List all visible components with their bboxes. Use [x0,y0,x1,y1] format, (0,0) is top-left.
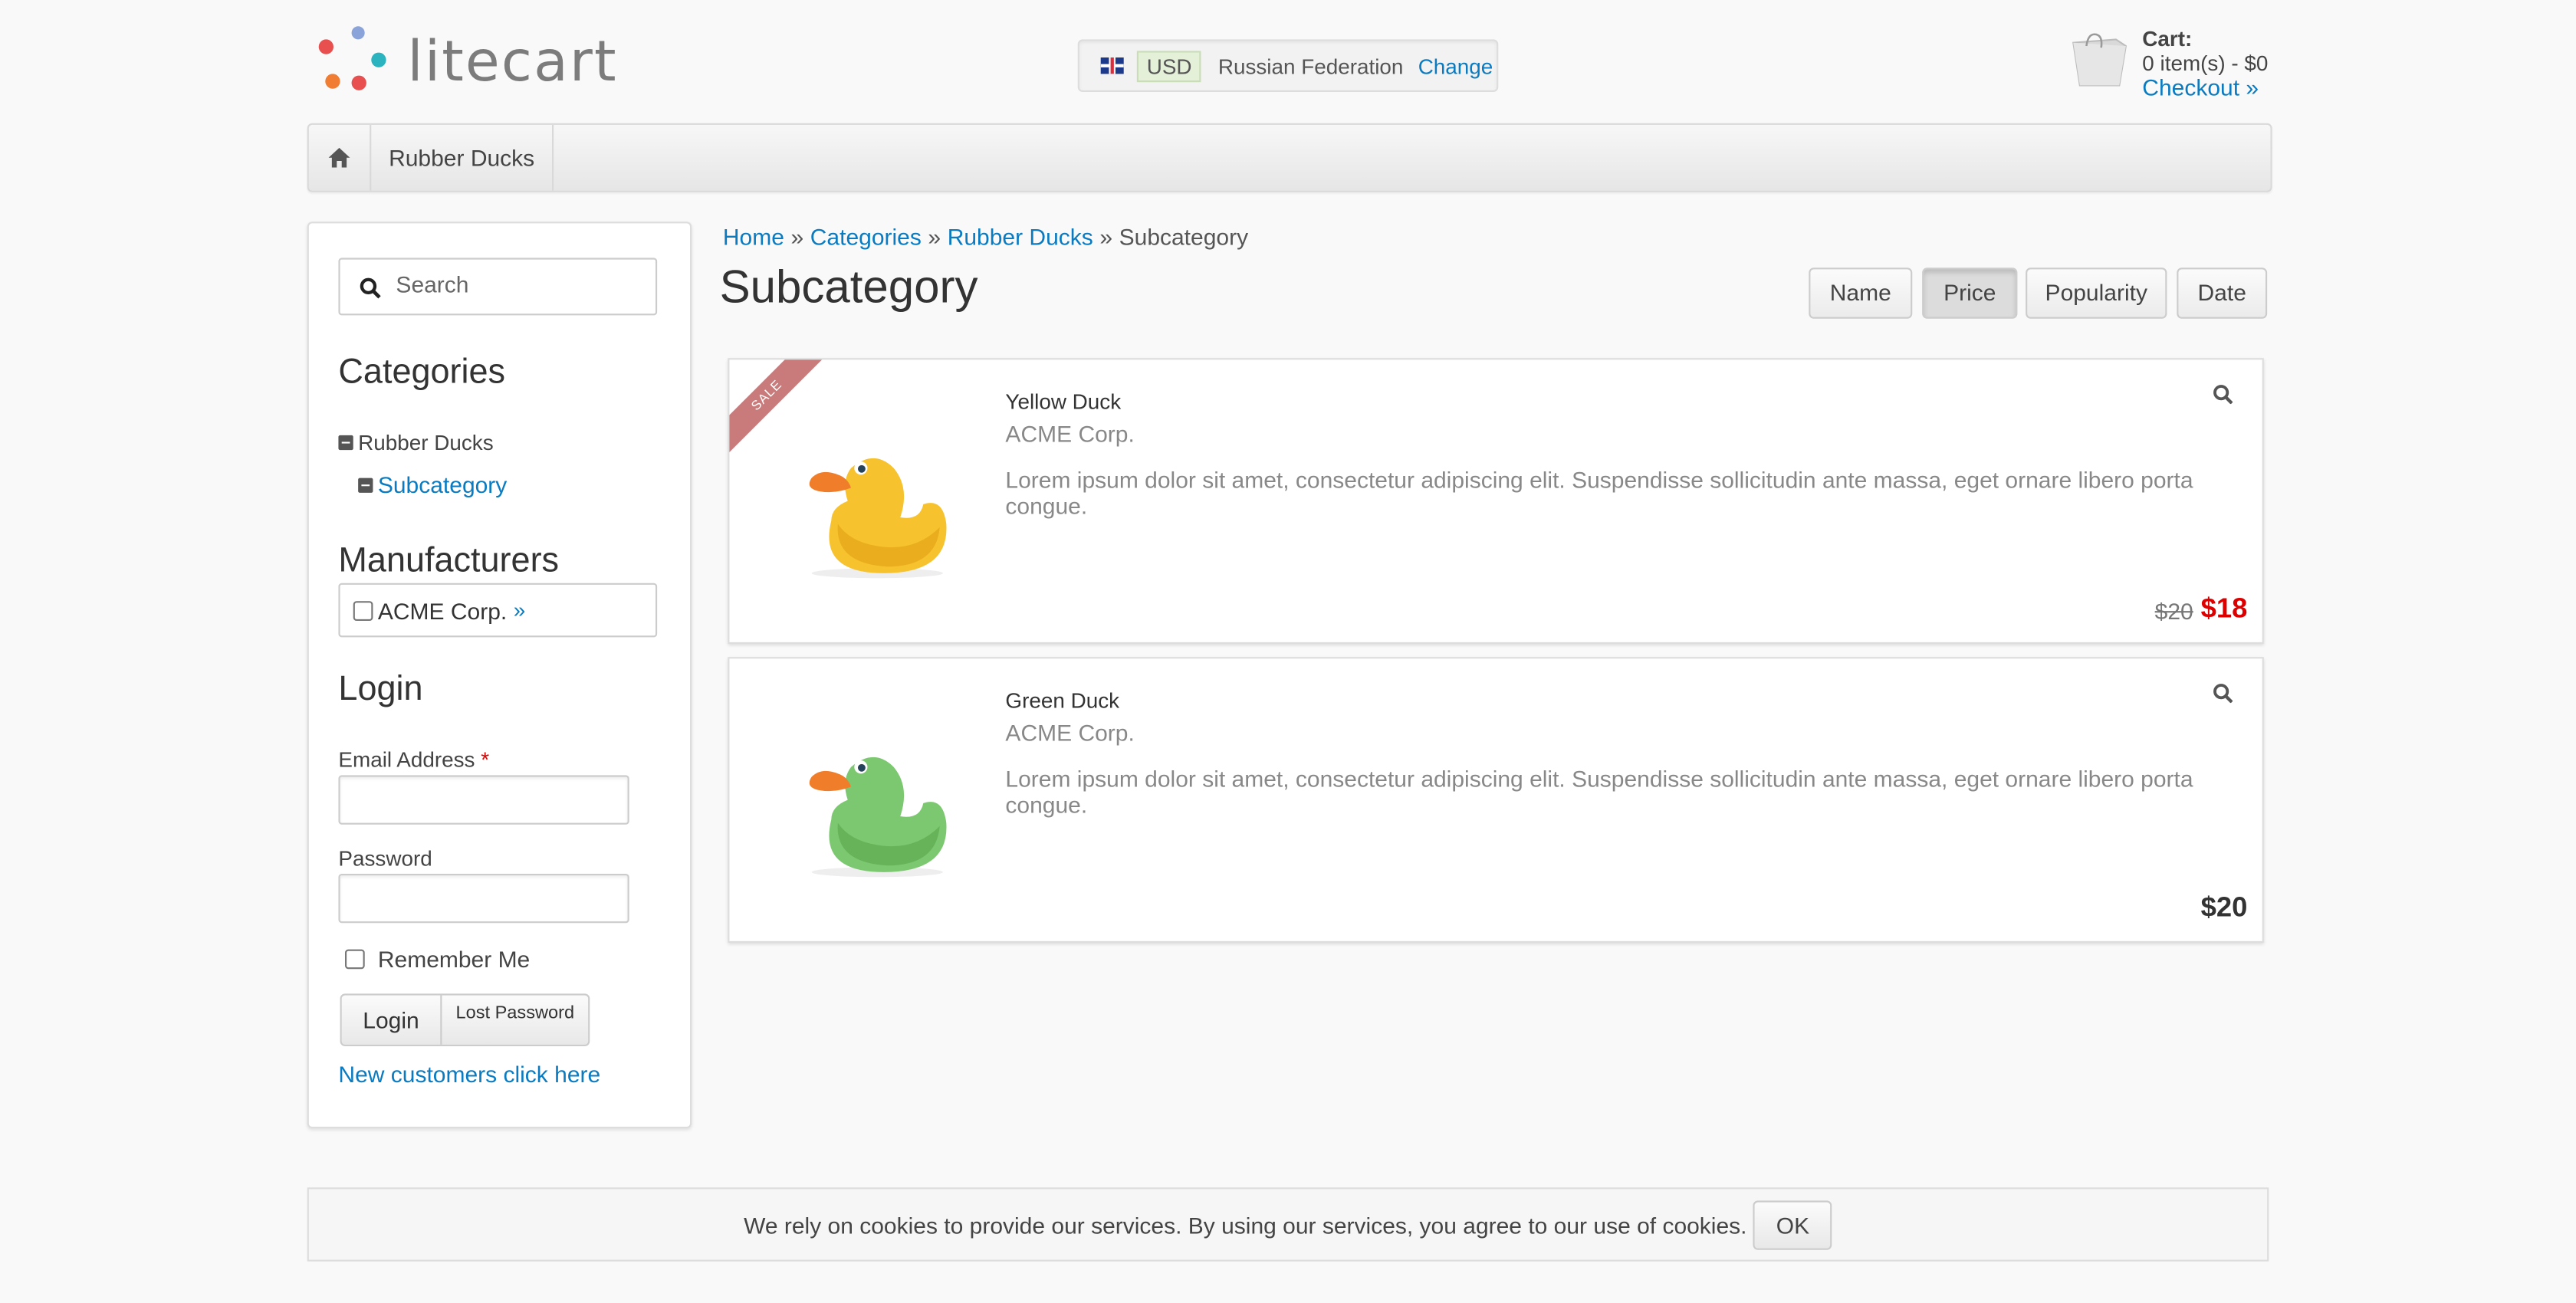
manufacturer-label[interactable]: ACME Corp. [378,597,507,623]
logo-dot [371,52,386,67]
home-button[interactable] [309,124,372,191]
region-selector: USD Russian Federation Change [1077,39,1499,92]
regular-price: $20 [2154,598,2193,625]
logo-text: litecart [407,29,618,96]
category-label: Rubber Ducks [358,430,494,455]
cookie-notice: We rely on cookies to provide our servic… [307,1187,2269,1262]
search-box[interactable] [338,258,658,316]
green-duck-image[interactable] [802,721,953,879]
required-mark: * [481,747,490,773]
cart-items-total: 0 item(s) - $0 [2142,51,2269,76]
zoom-icon[interactable] [2213,683,2233,704]
password-label: Password [338,845,432,871]
page-title: Subcategory [719,261,978,313]
checkout-link[interactable]: Checkout » [2142,74,2259,100]
breadcrumb-current: Subcategory [1119,223,1249,250]
search-input[interactable] [393,269,646,299]
sidebar: Categories Rubber Ducks Subcategory Manu… [307,222,692,1129]
remember-me[interactable]: Remember Me [345,946,531,973]
home-icon [328,147,350,168]
manufacturer-checkbox[interactable] [353,600,373,620]
product-name[interactable]: Green Duck [1005,688,1119,713]
product-price: $20 [2200,891,2248,924]
product-manufacturer: ACME Corp. [1005,719,1135,746]
logo-dot [351,26,365,40]
country-label: Russian Federation [1217,53,1404,78]
cookie-notice-text: We rely on cookies to provide our servic… [744,1211,1747,1238]
breadcrumb-separator: » [928,223,941,250]
breadcrumb-separator: » [1099,223,1113,250]
search-icon [360,277,381,299]
category-item-rubber-ducks[interactable]: Rubber Ducks [338,430,494,455]
cart-title: Cart: [2142,26,2193,51]
manufacturer-filter: ACME Corp. » [338,583,658,638]
new-customers-link[interactable]: New customers click here [338,1061,600,1087]
logo-dot [318,39,334,54]
categories-heading: Categories [338,353,506,391]
email-field[interactable] [338,775,629,825]
campaign-price: $18 [2200,592,2248,625]
product-manufacturer: ACME Corp. [1005,420,1135,447]
password-field[interactable] [338,874,629,924]
product-card[interactable]: Green Duck ACME Corp. Lorem ipsum dolor … [728,657,2264,943]
collapse-icon[interactable] [338,435,353,451]
logo[interactable]: litecart [315,26,644,102]
login-button[interactable]: Login [342,995,442,1045]
collapse-icon[interactable] [358,477,373,492]
shopping-bag-icon[interactable] [2067,30,2129,89]
breadcrumb-rubber-ducks[interactable]: Rubber Ducks [948,223,1093,249]
breadcrumb-home[interactable]: Home [723,223,784,249]
cart-summary[interactable]: Cart: 0 item(s) - $0 Checkout » [2142,26,2268,100]
breadcrumb: Home» Categories» Rubber Ducks» Subcategory [723,223,1248,249]
uk-flag-icon [1100,57,1124,74]
currency-badge: USD [1136,50,1202,82]
login-heading: Login [338,670,423,708]
logo-dot [351,75,366,90]
manufacturer-link[interactable]: » [514,598,526,622]
nav-item-rubber-ducks[interactable]: Rubber Ducks [371,124,554,191]
zoom-icon[interactable] [2213,384,2233,405]
sort-date-button[interactable]: Date [2177,267,2268,319]
remember-me-checkbox[interactable] [345,949,365,970]
manufacturers-heading: Manufacturers [338,542,560,580]
logo-dot [325,74,340,89]
category-item-subcategory[interactable]: Subcategory [358,471,507,497]
sort-price-button[interactable]: Price [1922,267,2018,319]
product-description: Lorem ipsum dolor sit amet, consectetur … [1005,765,2193,819]
email-label-text: Email Address [338,747,475,773]
product-card[interactable]: SALE Yellow Duck ACME Corp. Lorem ipsum … [728,358,2264,644]
page: litecart USD Russian Federation Change C… [0,0,2576,1302]
navbar: Rubber Ducks [307,123,2272,192]
breadcrumb-separator: » [790,223,804,250]
change-region-link[interactable]: Change [1418,54,1493,78]
cookie-ok-button[interactable]: OK [1753,1200,1832,1249]
product-name[interactable]: Yellow Duck [1005,389,1121,414]
lost-password-button[interactable]: Lost Password [442,996,588,1045]
sort-name-button[interactable]: Name [1809,267,1913,319]
login-button-group: Login Lost Password [340,993,590,1046]
email-label: Email Address * [338,747,489,772]
yellow-duck-image[interactable] [802,422,953,580]
breadcrumb-categories[interactable]: Categories [810,223,922,249]
sort-popularity-button[interactable]: Popularity [2026,267,2167,319]
product-description: Lorem ipsum dolor sit amet, consectetur … [1005,466,2193,520]
category-label[interactable]: Subcategory [378,471,507,497]
remember-me-label: Remember Me [377,946,531,973]
